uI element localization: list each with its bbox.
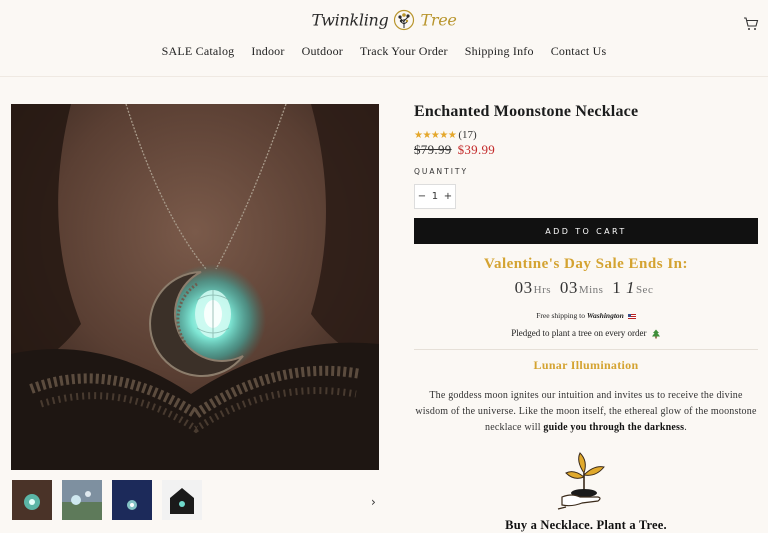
quantity-decrease-button[interactable]: − xyxy=(418,191,426,202)
logo-text-twinkling: Twinkling xyxy=(311,10,389,30)
quantity-stepper: − 1 + xyxy=(414,184,456,209)
tree-icon xyxy=(651,329,660,339)
tree-logo-icon xyxy=(394,9,415,31)
original-price: $79.99 xyxy=(414,142,452,157)
description-subheading: Lunar Illumination xyxy=(533,358,639,372)
cart-icon[interactable] xyxy=(743,16,759,32)
description-emphasis: guide you through the darkness xyxy=(543,422,685,433)
sale-price: $39.99 xyxy=(457,142,496,157)
quantity-value-input[interactable]: 1 xyxy=(432,191,438,202)
shipping-prefix: Free shipping to xyxy=(536,311,586,320)
logo[interactable]: Twinkling Tree xyxy=(0,9,768,37)
rating-stars-icon: ★★★★★ xyxy=(414,130,457,141)
thumbnail-2[interactable] xyxy=(62,480,102,520)
thumbnail-3[interactable] xyxy=(112,480,152,520)
product-description: The goddess moon ignites our intuition a… xyxy=(414,388,758,436)
sale-countdown-title: Valentine's Day Sale Ends In: xyxy=(484,256,688,272)
quantity-label: QUANTITY xyxy=(414,167,469,176)
nav-item-contact-us[interactable]: Contact Us xyxy=(551,44,607,59)
us-flag-icon xyxy=(627,313,636,319)
product-title: Enchanted Moonstone Necklace xyxy=(414,103,639,120)
add-to-cart-button[interactable]: ADD TO CART xyxy=(414,218,758,244)
product-main-image[interactable] xyxy=(11,104,379,470)
buy-plant-tagline: Buy a Necklace. Plant a Tree. xyxy=(505,518,667,532)
countdown-secs-ones: 1 xyxy=(625,278,635,297)
thumbnail-next-arrow[interactable]: › xyxy=(371,495,376,509)
free-shipping-note: Free shipping to Washington xyxy=(414,311,758,320)
countdown-secs-label: Sec xyxy=(635,284,654,296)
pledge-text: Pledged to plant a tree on every order xyxy=(511,328,647,338)
rating-count: (17) xyxy=(458,129,477,141)
nav-item-outdoor[interactable]: Outdoor xyxy=(302,44,343,59)
sale-countdown-timer: 03Hrs 03Mins 1 1Sec xyxy=(414,278,758,298)
header-divider xyxy=(0,76,768,77)
tree-pledge-note: Pledged to plant a tree on every order xyxy=(414,328,758,339)
nav-item-indoor[interactable]: Indoor xyxy=(251,44,284,59)
logo-text-tree: Tree xyxy=(420,10,457,30)
main-nav: SALE Catalog Indoor Outdoor Track Your O… xyxy=(0,44,768,59)
countdown-hours: 03 xyxy=(514,278,533,297)
nav-item-shipping-info[interactable]: Shipping Info xyxy=(465,44,534,59)
countdown-secs-tens: 1 xyxy=(612,278,622,297)
quantity-increase-button[interactable]: + xyxy=(444,191,452,202)
shipping-location: Washington xyxy=(586,311,624,320)
countdown-mins: 03 xyxy=(559,278,578,297)
thumbnail-4[interactable] xyxy=(162,480,202,520)
countdown-mins-label: Mins xyxy=(578,284,604,296)
content-divider xyxy=(414,349,758,350)
thumbnail-1[interactable] xyxy=(12,480,52,520)
plant-a-tree-icon xyxy=(557,452,605,510)
description-end: . xyxy=(684,422,687,433)
product-rating[interactable]: ★★★★★ (17) xyxy=(414,129,477,141)
countdown-hours-label: Hrs xyxy=(533,284,552,296)
nav-item-sale-catalog[interactable]: SALE Catalog xyxy=(162,44,235,59)
nav-item-track-order[interactable]: Track Your Order xyxy=(360,44,448,59)
price-block: $79.99 $39.99 xyxy=(414,142,495,158)
